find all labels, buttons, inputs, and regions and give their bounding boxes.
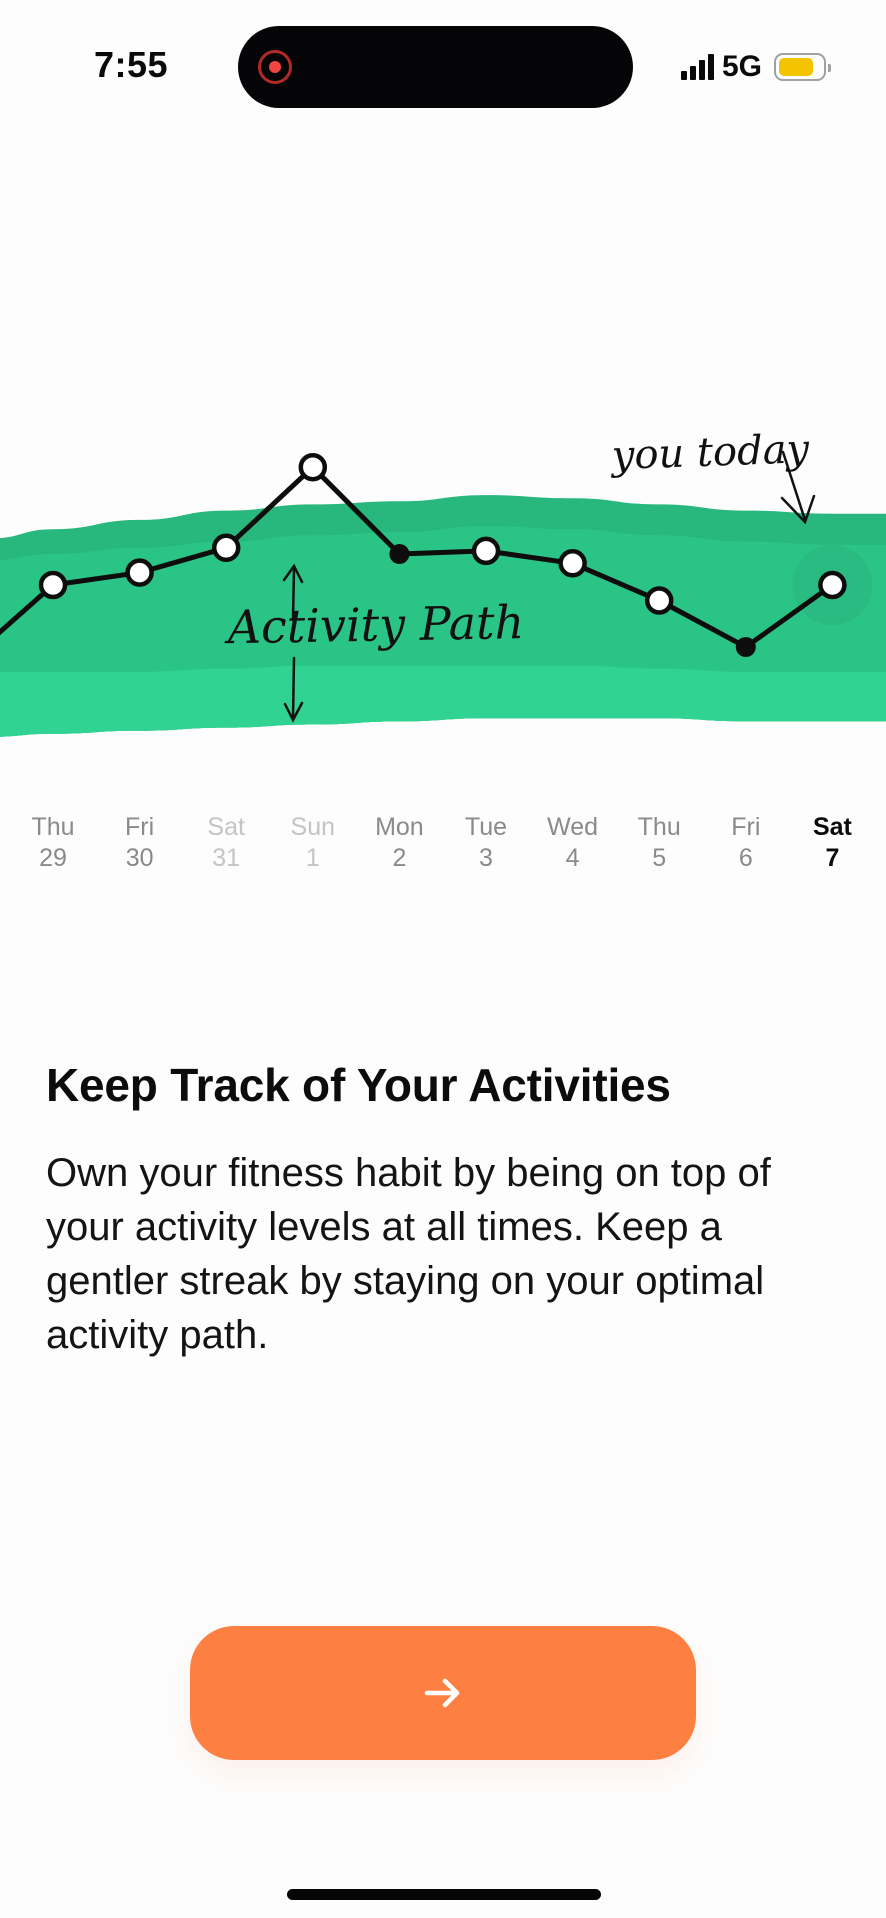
day-weekday: Thu: [31, 813, 75, 841]
dynamic-island[interactable]: [238, 26, 633, 108]
day-weekday: Thu: [637, 813, 681, 841]
band-lower-zone: [0, 665, 886, 737]
status-indicators: 5G: [680, 50, 831, 84]
day-date: 6: [738, 844, 753, 872]
day-date: 3: [479, 844, 493, 872]
day-weekday: Fri: [125, 813, 155, 841]
you-today-label: you today: [609, 426, 811, 479]
activity-path-chart: Activity Path you today: [0, 426, 886, 737]
data-point-open: [211, 533, 241, 563]
day-weekday: Wed: [547, 813, 599, 841]
day-label-today: Sat 7: [792, 812, 872, 874]
day-weekday: Sat: [812, 813, 852, 841]
page-title: Keep Track of Your Activities: [46, 1059, 671, 1111]
data-point-filled: [735, 637, 756, 657]
day-label: Tue 3: [446, 812, 526, 874]
status-time: 7:55: [94, 44, 169, 85]
day-date: 4: [565, 844, 580, 872]
day-label: Fri 6: [706, 812, 786, 874]
network-type: 5G: [721, 50, 762, 83]
battery-level: [779, 58, 813, 76]
next-button[interactable]: [190, 1626, 696, 1760]
data-point-open: [818, 570, 847, 600]
day-label: Mon 2: [359, 812, 439, 874]
day-label: Wed 4: [533, 812, 613, 874]
data-point-open: [298, 452, 328, 482]
screen-recording-icon[interactable]: [258, 50, 292, 84]
day-date: 31: [212, 844, 241, 872]
day-label: Sun 1: [273, 812, 353, 874]
day-weekday: Tue: [464, 813, 508, 841]
arrow-right-icon: [424, 1678, 460, 1708]
data-point-filled: [389, 544, 410, 564]
day-label: Sat 31: [186, 812, 266, 874]
home-indicator[interactable]: [287, 1889, 601, 1900]
day-label: Thu 5: [619, 812, 699, 874]
data-point-open: [471, 536, 501, 566]
page-description: Own your fitness habit by being on top o…: [46, 1151, 771, 1357]
data-point-open: [125, 558, 154, 587]
day-date: 1: [305, 844, 320, 872]
day-date: 2: [392, 844, 407, 872]
day-weekday: Sat: [207, 813, 245, 841]
battery-cap: [828, 64, 831, 72]
day-label: Fri 30: [100, 812, 180, 874]
day-date: 30: [125, 844, 154, 872]
cellular-signal-icon: [680, 54, 714, 80]
data-point-open: [558, 549, 587, 578]
day-label: Thu 29: [13, 812, 93, 874]
day-date: 5: [652, 844, 667, 872]
day-weekday: Fri: [731, 813, 761, 841]
data-point-open: [644, 586, 674, 615]
day-date: 7: [825, 844, 840, 872]
data-point-open: [38, 570, 68, 600]
day-date: 29: [39, 844, 67, 872]
day-weekday: Sun: [290, 813, 336, 841]
battery-icon: [774, 53, 831, 81]
day-weekday: Mon: [375, 813, 424, 841]
activity-path-label: Activity Path: [223, 595, 524, 654]
day-axis: Thu 29 Fri 30 Sat 31 Sun 1 Mon 2 Tue 3 Wed 4 Thu 5 Fri 6 S…: [0, 812, 886, 882]
